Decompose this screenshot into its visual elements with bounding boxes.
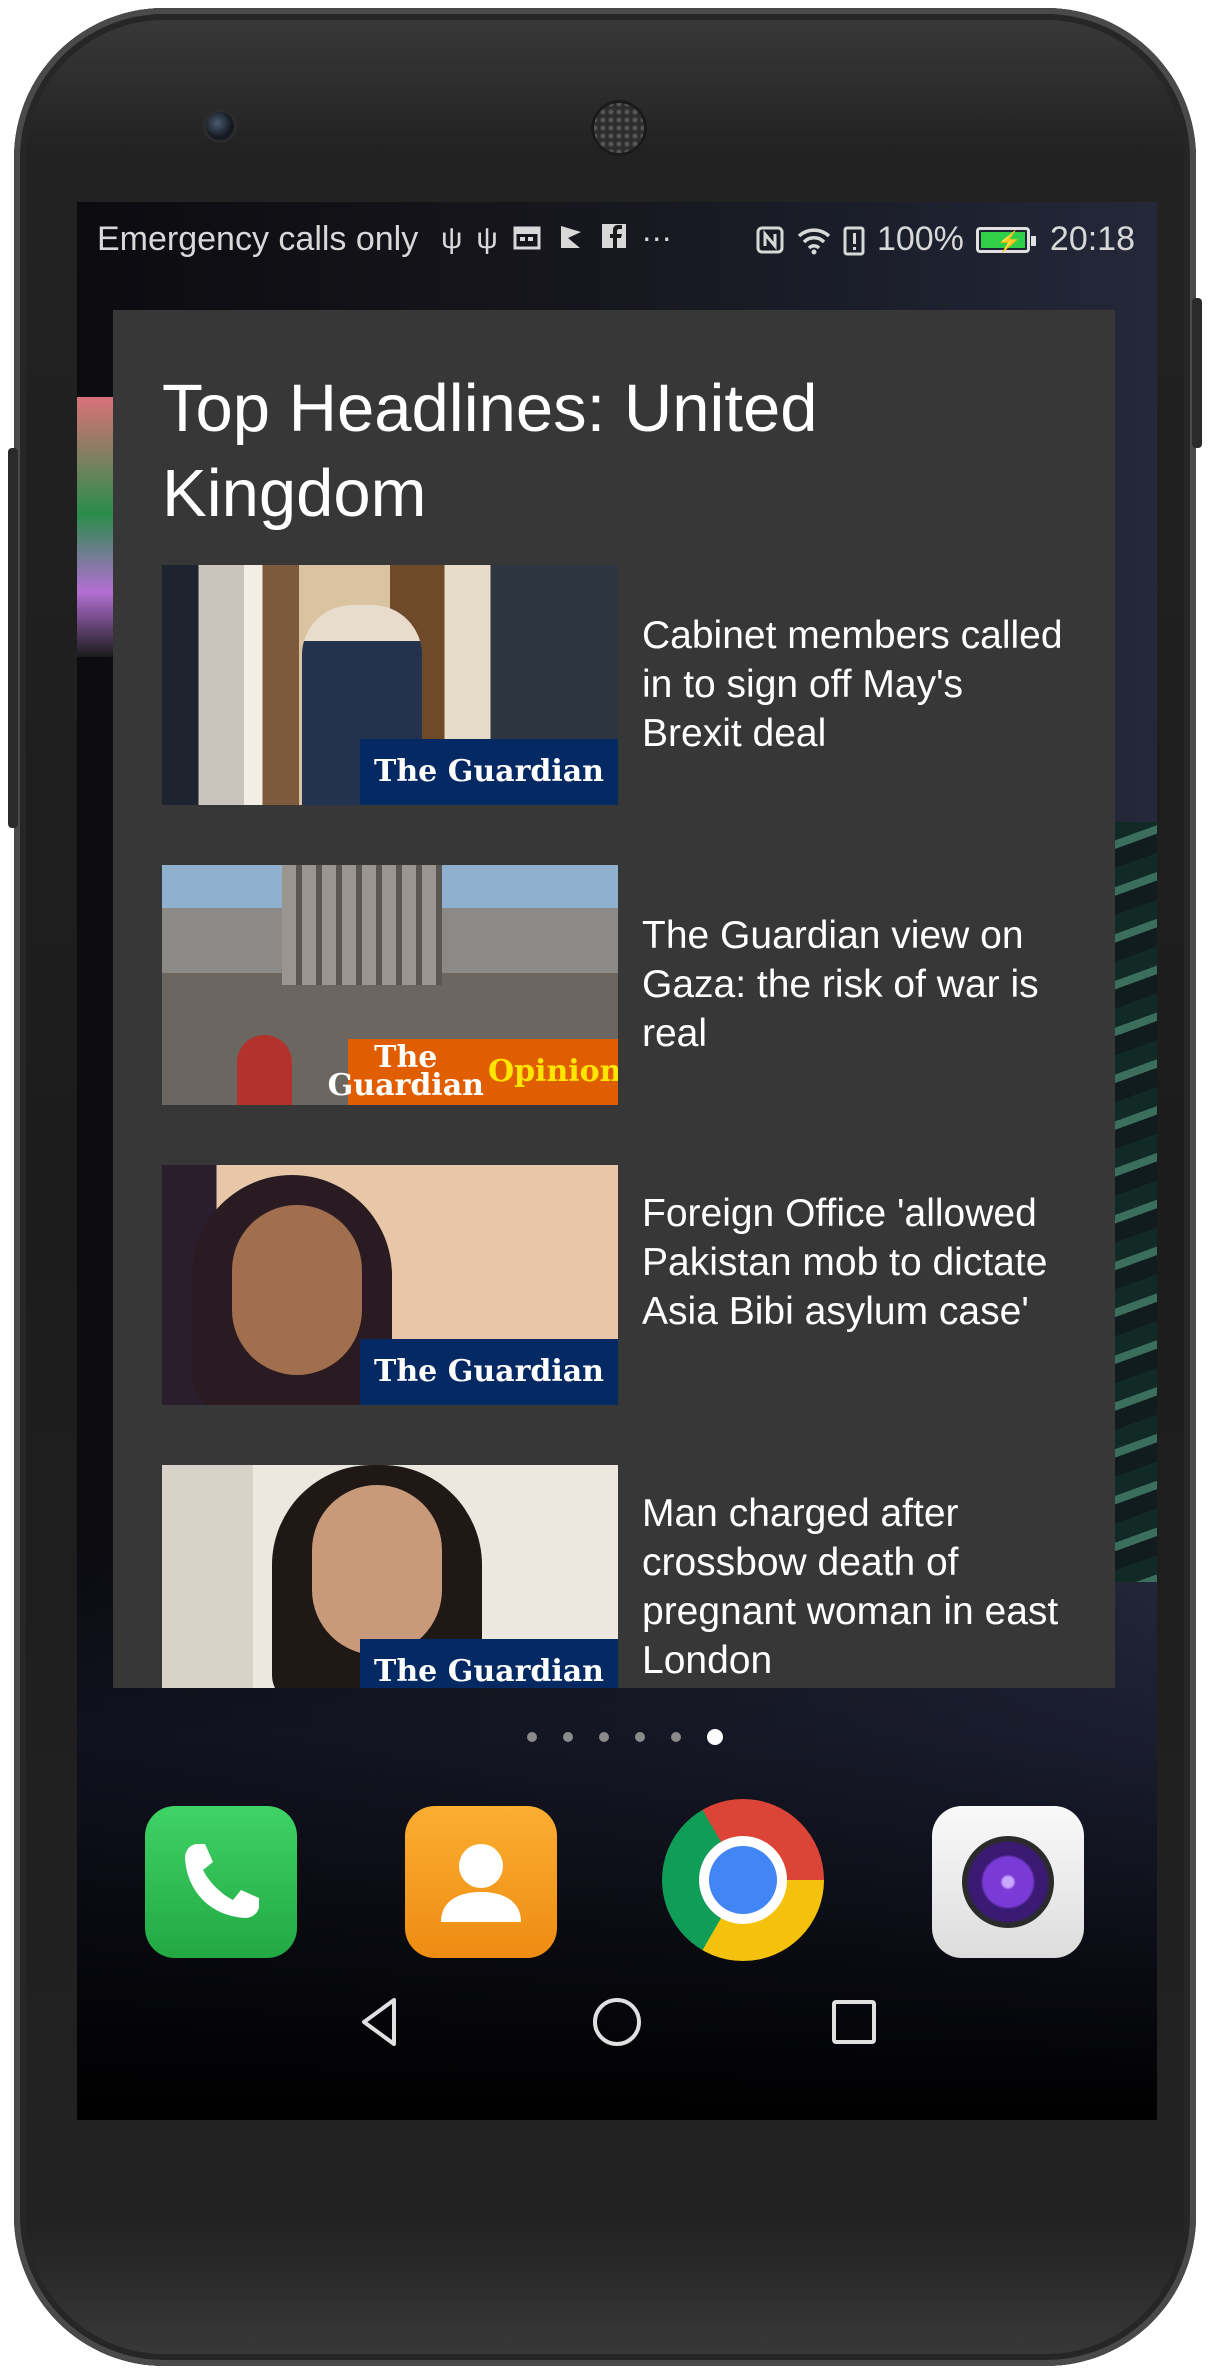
guardian-badge: The Guardian [360, 739, 618, 805]
chrome-icon [709, 1846, 777, 1914]
news-item[interactable]: The Guardian Foreign Office 'allowed Pak… [162, 1165, 1072, 1405]
chrome-app-icon[interactable] [662, 1799, 824, 1961]
page-dot[interactable] [527, 1732, 537, 1742]
photo-figure [237, 1035, 292, 1105]
system-status: 100% ⚡ 20:18 [755, 220, 1135, 259]
clock: 20:18 [1049, 220, 1135, 258]
guardian-badge: The Guardian [360, 1639, 618, 1688]
wallpaper-accent [1113, 822, 1157, 1582]
news-item[interactable]: The Guardian Man charged after crossbow … [162, 1465, 1072, 1688]
home-icon[interactable] [587, 1992, 647, 2052]
home-screen: Emergency calls only ψ ψ ⋯ 100% ⚡ 20:18 … [77, 202, 1157, 2120]
news-thumbnail: The Guardian [162, 1465, 618, 1688]
photo-face [312, 1485, 442, 1655]
news-item[interactable]: The GuardianOpinions The Guardian view o… [162, 865, 1072, 1105]
page-dot[interactable] [671, 1732, 681, 1742]
guardian-opinions-badge: The GuardianOpinions [327, 1039, 618, 1105]
phone-frame: Emergency calls only ψ ψ ⋯ 100% ⚡ 20:18 … [8, 8, 1202, 2366]
back-icon[interactable] [350, 1992, 410, 2052]
page-dot[interactable] [563, 1732, 573, 1742]
volume-button [8, 448, 18, 828]
phone-icon [185, 1844, 259, 1918]
news-thumbnail: The Guardian [162, 565, 618, 805]
news-headline: Man charged after crossbow death of preg… [642, 1492, 1059, 1682]
facebook-icon [601, 224, 626, 248]
guardian-badge: The Guardian [360, 1339, 618, 1405]
status-bar: Emergency calls only ψ ψ ⋯ 100% ⚡ 20:18 [77, 202, 1157, 276]
sensor [974, 118, 986, 130]
battery-percent: 100% [876, 220, 964, 258]
notification-icons: ψ ψ ⋯ [441, 222, 672, 257]
earpiece-speaker [591, 100, 647, 156]
page-dot[interactable] [635, 1732, 645, 1742]
widget-title: Top Headlines: United Kingdom [162, 371, 818, 531]
battery-icon: ⚡ [975, 226, 1036, 253]
nfc-icon [756, 226, 784, 253]
phone-app-icon[interactable] [145, 1806, 297, 1958]
wifi-icon [797, 227, 831, 254]
news-headline: Foreign Office 'allowed Pakistan mob to … [642, 1192, 1048, 1333]
usb-icon: ψ [441, 222, 463, 255]
news-thumbnail: The GuardianOpinions [162, 865, 618, 1105]
carrier-text: Emergency calls only [97, 220, 419, 258]
news-widget[interactable]: Top Headlines: United Kingdom The Guardi… [113, 310, 1115, 1688]
power-button [1192, 298, 1202, 448]
flag-icon [560, 226, 581, 248]
more-icon: ⋯ [641, 223, 672, 256]
page-dot-active[interactable] [707, 1729, 723, 1745]
phone-battery-alert-icon [843, 226, 865, 255]
news-headline: The Guardian view on Gaza: the risk of w… [642, 914, 1039, 1055]
news-thumbnail: The Guardian [162, 1165, 618, 1405]
photo-building [282, 865, 442, 985]
camera-app-icon[interactable] [932, 1806, 1084, 1958]
photo-face [232, 1205, 362, 1375]
page-indicator [77, 1729, 1157, 1745]
calendar-icon [513, 226, 541, 250]
front-camera [206, 112, 234, 140]
contacts-app-icon[interactable] [405, 1806, 557, 1958]
wallpaper-accent [77, 397, 113, 657]
news-item[interactable]: The Guardian Cabinet members called in t… [162, 565, 1072, 805]
sensor [1004, 118, 1016, 130]
usb-icon: ψ [476, 222, 498, 255]
page-dot[interactable] [599, 1732, 609, 1742]
camera-icon [962, 1836, 1054, 1928]
contacts-icon [441, 1844, 521, 1922]
recents-icon[interactable] [824, 1992, 884, 2052]
news-headline: Cabinet members called in to sign off Ma… [642, 614, 1063, 755]
